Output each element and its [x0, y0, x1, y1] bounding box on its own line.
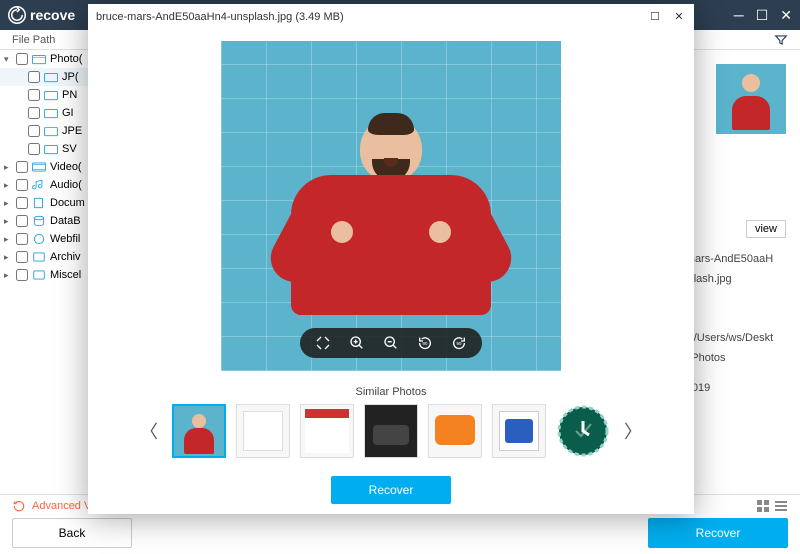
- tree-label: Webfil: [50, 233, 80, 245]
- app-logo: recove: [8, 6, 75, 24]
- checkbox[interactable]: [16, 233, 28, 245]
- folder-icon: [44, 89, 58, 101]
- tree-label: JPE: [62, 125, 82, 137]
- close-button[interactable]: ✕: [780, 7, 792, 24]
- tree-label: Miscel: [50, 269, 81, 281]
- similar-thumb[interactable]: [428, 404, 482, 458]
- zoom-in-icon[interactable]: [348, 334, 366, 352]
- video-icon: [32, 161, 46, 173]
- tree-label: Audio(: [50, 179, 82, 191]
- checkbox[interactable]: [16, 251, 28, 263]
- web-icon: [32, 233, 46, 245]
- checkbox[interactable]: [28, 125, 40, 137]
- preview-body: 90 90: [88, 30, 694, 382]
- checkbox[interactable]: [16, 197, 28, 209]
- recover-button[interactable]: Recover: [648, 518, 788, 548]
- checkbox[interactable]: [28, 71, 40, 83]
- chevron-right-icon[interactable]: ▸: [4, 162, 12, 173]
- detail-thumbnail: [716, 64, 786, 134]
- checkbox[interactable]: [16, 161, 28, 173]
- preview-image: [221, 41, 561, 371]
- folder-icon: [44, 125, 58, 137]
- similar-photos-label: Similar Photos: [108, 386, 674, 398]
- checkbox[interactable]: [16, 269, 28, 281]
- chevron-right-icon[interactable]: ▸: [4, 180, 12, 191]
- audio-icon: [32, 179, 46, 191]
- view-button[interactable]: view: [746, 220, 786, 238]
- maximize-button[interactable]: ☐: [756, 7, 769, 24]
- folder-icon: [44, 107, 58, 119]
- image-toolbar: 90 90: [300, 328, 482, 358]
- chevron-right-icon[interactable]: ▸: [4, 270, 12, 281]
- checkbox[interactable]: [16, 179, 28, 191]
- back-button[interactable]: Back: [12, 518, 132, 548]
- tree-label: GI: [62, 107, 74, 119]
- similar-thumb[interactable]: [172, 404, 226, 458]
- tree-label: Video(: [50, 161, 82, 173]
- similar-thumb[interactable]: [556, 404, 610, 458]
- rotate-left-icon[interactable]: 90: [416, 334, 434, 352]
- minimize-button[interactable]: ─: [734, 7, 744, 24]
- checkbox-photo[interactable]: [16, 53, 28, 65]
- similar-thumb[interactable]: [492, 404, 546, 458]
- tree-label: PN: [62, 89, 77, 101]
- preview-header: bruce-mars-AndE50aaHn4-unsplash.jpg (3.4…: [88, 4, 694, 30]
- similar-photos-section: Similar Photos 〈 〉: [88, 382, 694, 468]
- preview-maximize-button[interactable]: ☐: [648, 10, 662, 23]
- chevron-right-icon[interactable]: ▸: [4, 216, 12, 227]
- tree-label: Docum: [50, 197, 85, 209]
- brand-text: recove: [30, 7, 75, 23]
- svg-text:90: 90: [456, 341, 462, 346]
- grid-view-icon[interactable]: [756, 499, 770, 513]
- file-path-label: File Path: [12, 34, 55, 46]
- folder-icon: [44, 71, 58, 83]
- checkbox[interactable]: [28, 89, 40, 101]
- database-icon: [32, 215, 46, 227]
- misc-icon: [32, 269, 46, 281]
- chevron-down-icon[interactable]: ▾: [4, 54, 12, 65]
- preview-recover-button[interactable]: Recover: [331, 476, 451, 504]
- refresh-icon: [12, 499, 26, 513]
- checkbox[interactable]: [16, 215, 28, 227]
- zoom-out-icon[interactable]: [382, 334, 400, 352]
- list-view-icon[interactable]: [774, 499, 788, 513]
- chevron-right-icon[interactable]: ▸: [4, 252, 12, 263]
- filter-icon[interactable]: [774, 33, 788, 47]
- document-icon: [32, 197, 46, 209]
- archive-icon: [32, 251, 46, 263]
- tree-label: SV: [62, 143, 77, 155]
- rotate-right-icon[interactable]: 90: [450, 334, 468, 352]
- similar-thumb[interactable]: [364, 404, 418, 458]
- preview-modal: bruce-mars-AndE50aaHn4-unsplash.jpg (3.4…: [88, 4, 694, 514]
- next-thumb-button[interactable]: 〉: [620, 418, 646, 444]
- svg-text:90: 90: [422, 341, 428, 346]
- tree-label: DataB: [50, 215, 81, 227]
- chevron-right-icon[interactable]: ▸: [4, 234, 12, 245]
- fit-icon[interactable]: [314, 334, 332, 352]
- prev-thumb-button[interactable]: 〈: [136, 418, 162, 444]
- preview-title: bruce-mars-AndE50aaHn4-unsplash.jpg (3.4…: [96, 11, 344, 23]
- tree-label: JP(: [62, 71, 79, 83]
- checkbox[interactable]: [28, 143, 40, 155]
- chevron-right-icon[interactable]: ▸: [4, 198, 12, 209]
- brand-icon: [8, 6, 26, 24]
- checkbox[interactable]: [28, 107, 40, 119]
- similar-thumb[interactable]: [236, 404, 290, 458]
- folder-icon: [32, 53, 46, 65]
- tree-label: Archiv: [50, 251, 81, 263]
- preview-close-button[interactable]: ✕: [672, 10, 686, 23]
- folder-icon: [44, 143, 58, 155]
- similar-thumb[interactable]: [300, 404, 354, 458]
- tree-label: Photo(: [50, 53, 82, 65]
